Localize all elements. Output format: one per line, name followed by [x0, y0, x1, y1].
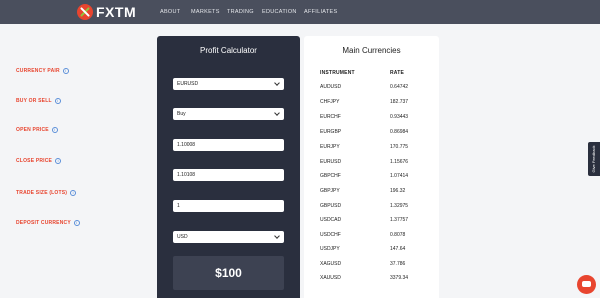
instrument-cell: EURCHF	[320, 114, 341, 120]
rate-cell: 182.737	[390, 99, 409, 105]
deposit-currency-select[interactable]: USD	[173, 231, 284, 243]
info-icon[interactable]: i	[70, 190, 77, 196]
currency-row[interactable]: EURUSD 1.15676	[320, 159, 435, 169]
currency-row[interactable]: XAUUSD 3379.34	[320, 275, 435, 285]
close-price-label: CLOSE PRICE i	[16, 158, 62, 164]
instrument-cell: EURUSD	[320, 159, 342, 165]
buy-sell-select[interactable]: Buy	[173, 108, 284, 120]
rate-cell: 0.8078	[390, 232, 406, 238]
info-icon[interactable]: i	[62, 68, 69, 74]
rate-header: RATE	[390, 70, 405, 76]
trade-size-input[interactable]: 1	[173, 200, 284, 212]
currency-row[interactable]: GBPUSD 1.32975	[320, 203, 435, 213]
instrument-cell: USDCAD	[320, 217, 342, 223]
nav-about[interactable]: ABOUT	[160, 0, 180, 24]
info-icon[interactable]: i	[55, 158, 62, 164]
rate-cell: 1.15676	[390, 159, 409, 165]
info-icon[interactable]: i	[54, 98, 61, 104]
nav-affiliates[interactable]: AFFILIATES	[304, 0, 337, 24]
profit-result: $100	[173, 256, 284, 290]
instrument-cell: EURJPY	[320, 144, 340, 150]
chevron-down-icon	[274, 233, 280, 239]
instrument-cell: XAGUSD	[320, 261, 342, 267]
brand-name: FXTM	[96, 4, 137, 20]
calculator-title: Profit Calculator	[200, 46, 257, 55]
currency-row[interactable]: AUDUSD 0.64742	[320, 84, 435, 94]
instrument-cell: GBPCHF	[320, 173, 341, 179]
instrument-cell: USDCHF	[320, 232, 341, 238]
rate-cell: 1.32975	[390, 203, 409, 209]
info-icon[interactable]: i	[51, 127, 58, 133]
buy-sell-label: BUY OR SELL i	[16, 98, 61, 104]
top-navigation-bar: FXTM ABOUT MARKETS TRADING EDUCATION AFF…	[0, 0, 600, 24]
instrument-cell: XAUUSD	[320, 275, 341, 281]
instrument-cell: GBPJPY	[320, 188, 340, 194]
instrument-cell: AUDUSD	[320, 84, 342, 90]
chat-icon[interactable]	[577, 275, 596, 294]
rate-cell: 147.64	[390, 246, 406, 252]
currency-pair-select[interactable]: EURUSD	[173, 78, 284, 90]
rate-cell: 0.93443	[390, 114, 409, 120]
nav-trading[interactable]: TRADING	[227, 0, 254, 24]
brand-logo[interactable]: FXTM	[77, 3, 136, 21]
currency-row[interactable]: GBPCHF 1.07414	[320, 173, 435, 183]
nav-education[interactable]: EDUCATION	[262, 0, 297, 24]
rate-cell: 0.64742	[390, 84, 409, 90]
fxtm-logo-icon	[77, 4, 93, 20]
currencies-title: Main Currencies	[342, 46, 401, 55]
rate-cell: 1.37757	[390, 217, 409, 223]
info-icon[interactable]: i	[73, 220, 80, 226]
currency-row[interactable]: CHFJPY 182.737	[320, 99, 435, 109]
chevron-down-icon	[274, 80, 280, 86]
rate-cell: 170.775	[390, 144, 409, 150]
trade-size-label: TRADE SIZE (LOTS) i	[16, 190, 77, 196]
currency-row[interactable]: USDJPY 147.64	[320, 246, 435, 256]
instrument-cell: EURGBP	[320, 129, 342, 135]
currency-row[interactable]: EURCHF 0.93443	[320, 114, 435, 124]
currency-row[interactable]: EURGBP 0.86984	[320, 129, 435, 139]
currency-row[interactable]: XAGUSD 37.786	[320, 261, 435, 271]
open-price-input[interactable]: 1.10008	[173, 139, 284, 151]
rate-cell: 1.07414	[390, 173, 409, 179]
nav-markets[interactable]: MARKETS	[191, 0, 220, 24]
instrument-cell: GBPUSD	[320, 203, 342, 209]
currency-row[interactable]: GBPJPY 196.32	[320, 188, 435, 198]
instrument-cell: USDJPY	[320, 246, 340, 252]
currency-pair-label: CURRENCY PAIR i	[16, 68, 69, 74]
open-price-label: OPEN PRICE i	[16, 127, 58, 133]
close-price-input[interactable]: 1.10108	[173, 169, 284, 181]
instrument-header: INSTRUMENT	[320, 70, 355, 76]
currency-row[interactable]: USDCHF 0.8078	[320, 232, 435, 242]
rate-cell: 37.786	[390, 261, 406, 267]
rate-cell: 196.32	[390, 188, 406, 194]
rate-cell: 3379.34	[390, 275, 409, 281]
currency-row[interactable]: EURJPY 170.775	[320, 144, 435, 154]
feedback-label: Give Feedback	[591, 145, 596, 173]
rate-cell: 0.86984	[390, 129, 409, 135]
currency-row[interactable]: USDCAD 1.37757	[320, 217, 435, 227]
deposit-currency-label: DEPOSIT CURRENCY i	[16, 220, 80, 226]
instrument-cell: CHFJPY	[320, 99, 340, 105]
chevron-down-icon	[274, 110, 280, 116]
